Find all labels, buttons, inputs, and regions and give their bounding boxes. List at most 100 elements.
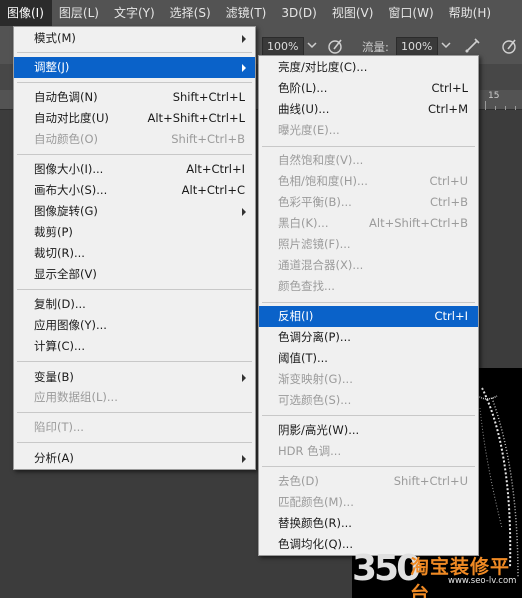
menu-item-label: 亮度/对比度(C)...: [278, 60, 368, 74]
menu-item-channel-mixer: 通道混合器(X)...: [259, 255, 478, 276]
menu-item-selective-color: 可选颜色(S)...: [259, 390, 478, 411]
menu-separator: [17, 154, 252, 155]
flow-field[interactable]: 100%: [396, 37, 438, 56]
menu-type[interactable]: 文字(Y): [107, 0, 163, 26]
menu-item-shortcut: Alt+Ctrl+I: [186, 162, 245, 176]
menu-item-label: 反相(I): [278, 309, 314, 323]
menu-separator: [17, 289, 252, 290]
ruler-tick: [485, 101, 486, 110]
menu-filter[interactable]: 滤镜(T): [219, 0, 275, 26]
menu-item-mode[interactable]: 模式(M): [14, 28, 255, 49]
airbrush-icon[interactable]: [462, 36, 482, 56]
menu-item-label: 色相/饱和度(H)...: [278, 174, 368, 188]
menu-item-trim[interactable]: 裁切(R)...: [14, 243, 255, 264]
menu-separator: [262, 302, 475, 303]
menu-item-apply-image[interactable]: 应用图像(Y)...: [14, 315, 255, 336]
menu-item-posterize[interactable]: 色调分离(P)...: [259, 327, 478, 348]
menu-item-label: 图像大小(I)...: [34, 162, 104, 176]
menu-item-label: 画布大小(S)...: [34, 183, 108, 197]
menu-item-label: 模式(M): [34, 31, 76, 45]
menu-item-label: 自动颜色(O): [34, 132, 99, 146]
menu-item-brightness-contrast[interactable]: 亮度/对比度(C)...: [259, 57, 478, 78]
menu-item-hdr-toning: HDR 色调...: [259, 441, 478, 462]
submenu-arrow-icon: [242, 208, 246, 216]
menu-item-shadows-highlights[interactable]: 阴影/高光(W)...: [259, 420, 478, 441]
menu-item-image-size[interactable]: 图像大小(I)... Alt+Ctrl+I: [14, 159, 255, 180]
menu-item-invert[interactable]: 反相(I) Ctrl+I: [259, 306, 478, 327]
menu-separator: [17, 361, 252, 362]
menu-item-shortcut: Ctrl+U: [429, 174, 468, 188]
watermark-url: www.seo-lv.com: [448, 576, 517, 586]
menu-item-hue-saturation: 色相/饱和度(H)... Ctrl+U: [259, 171, 478, 192]
menu-item-photo-filter: 照片滤镜(F)...: [259, 234, 478, 255]
menu-item-label: 去色(D): [278, 474, 319, 488]
menu-image[interactable]: 图像(I): [0, 0, 52, 26]
menu-3d[interactable]: 3D(D): [274, 0, 324, 26]
menu-item-label: 曲线(U)...: [278, 102, 330, 116]
menu-item-shortcut: Ctrl+M: [427, 102, 468, 116]
chevron-down-icon[interactable]: [440, 39, 452, 51]
submenu-arrow-icon: [242, 35, 246, 43]
menu-select[interactable]: 选择(S): [163, 0, 219, 26]
menu-item-label: 曝光度(E)...: [278, 123, 340, 137]
ruler-tick: [515, 106, 516, 110]
menu-item-desaturate: 去色(D) Shift+Ctrl+U: [259, 471, 478, 492]
menu-item-crop[interactable]: 裁剪(P): [14, 222, 255, 243]
menu-item-replace-color[interactable]: 替换颜色(R)...: [259, 513, 478, 534]
menu-item-threshold[interactable]: 阈值(T)...: [259, 348, 478, 369]
menu-separator: [17, 412, 252, 413]
menu-item-label: 应用图像(Y)...: [34, 318, 107, 332]
menu-separator: [17, 442, 252, 443]
menu-item-label: 匹配颜色(M)...: [278, 495, 354, 509]
menu-item-curves[interactable]: 曲线(U)... Ctrl+M: [259, 99, 478, 120]
menu-item-label: 可选颜色(S)...: [278, 393, 352, 407]
menu-item-apply-data-set: 应用数据组(L)...: [14, 387, 255, 408]
pressure-size-icon[interactable]: [500, 36, 520, 56]
submenu-arrow-icon: [242, 64, 246, 72]
menu-item-exposure: 曝光度(E)...: [259, 120, 478, 141]
menu-item-gradient-map: 渐变映射(G)...: [259, 369, 478, 390]
menu-item-shortcut: Alt+Shift+Ctrl+B: [369, 216, 468, 230]
menu-item-label: 计算(C)...: [34, 339, 85, 353]
menu-layer[interactable]: 图层(L): [52, 0, 107, 26]
menu-item-label: 照片滤镜(F)...: [278, 237, 351, 251]
menu-item-duplicate[interactable]: 复制(D)...: [14, 294, 255, 315]
pressure-opacity-icon[interactable]: [326, 36, 346, 56]
menu-item-auto-tone[interactable]: 自动色调(N) Shift+Ctrl+L: [14, 87, 255, 108]
menu-item-analysis[interactable]: 分析(A): [14, 448, 255, 469]
menu-item-label: 替换颜色(R)...: [278, 516, 352, 530]
ruler-tick: [495, 106, 496, 110]
menu-item-label: 裁切(R)...: [34, 246, 85, 260]
menu-item-variables[interactable]: 变量(B): [14, 367, 255, 388]
ruler-tick: [505, 106, 506, 110]
image-menu: 模式(M) 调整(J) 自动色调(N) Shift+Ctrl+L 自动对比度(U…: [13, 26, 256, 470]
menu-separator: [17, 52, 252, 53]
menu-separator: [17, 82, 252, 83]
watermark-number: 350: [352, 548, 421, 589]
menu-item-label: 色调分离(P)...: [278, 330, 351, 344]
menu-item-auto-color: 自动颜色(O) Shift+Ctrl+B: [14, 129, 255, 150]
menu-item-levels[interactable]: 色阶(L)... Ctrl+L: [259, 78, 478, 99]
menu-item-label: 变量(B): [34, 370, 74, 384]
menu-item-canvas-size[interactable]: 画布大小(S)... Alt+Ctrl+C: [14, 180, 255, 201]
menu-item-vibrance: 自然饱和度(V)...: [259, 150, 478, 171]
menu-window[interactable]: 窗口(W): [381, 0, 441, 26]
menu-help[interactable]: 帮助(H): [442, 0, 499, 26]
menu-item-calculations[interactable]: 计算(C)...: [14, 336, 255, 357]
menu-view[interactable]: 视图(V): [325, 0, 382, 26]
menu-item-label: 应用数据组(L)...: [34, 390, 118, 404]
menu-item-label: 色彩平衡(B)...: [278, 195, 352, 209]
menu-item-adjustments[interactable]: 调整(J): [14, 57, 255, 78]
menu-item-reveal-all[interactable]: 显示全部(V): [14, 264, 255, 285]
chevron-down-icon[interactable]: [306, 39, 318, 51]
menu-separator: [262, 146, 475, 147]
flow-label: 流量:: [362, 40, 389, 54]
menu-item-label: 自动色调(N): [34, 90, 98, 104]
opacity-field[interactable]: 100%: [262, 37, 304, 56]
menu-item-image-rotation[interactable]: 图像旋转(G): [14, 201, 255, 222]
menu-item-auto-contrast[interactable]: 自动对比度(U) Alt+Shift+Ctrl+L: [14, 108, 255, 129]
menu-item-color-balance: 色彩平衡(B)... Ctrl+B: [259, 192, 478, 213]
menu-item-label: 显示全部(V): [34, 267, 97, 281]
adjustments-submenu: 亮度/对比度(C)... 色阶(L)... Ctrl+L 曲线(U)... Ct…: [258, 55, 479, 556]
menu-item-label: 颜色查找...: [278, 279, 335, 293]
